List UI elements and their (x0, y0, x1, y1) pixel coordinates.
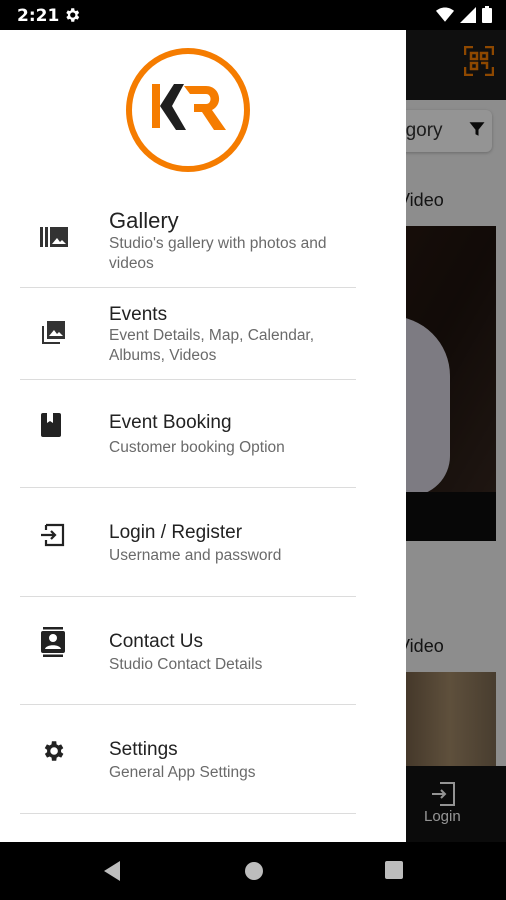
menu-title-gallery: Gallery (109, 208, 179, 233)
menu-subtitle-events: Event Details, Map, Calendar, Albums, Vi… (109, 327, 315, 364)
book-icon (40, 412, 62, 443)
navigation-drawer: Gallery Studio's gallery with photos and… (0, 30, 406, 842)
system-icons (436, 6, 492, 23)
gallery-icon (40, 226, 68, 253)
settings-notification-icon (63, 6, 81, 29)
menu-title-events: Events (109, 304, 168, 325)
menu-subtitle-event-booking: Customer booking Option (109, 439, 285, 456)
wifi-icon (436, 7, 454, 22)
status-time: 2:21 (17, 6, 60, 26)
menu-item-events[interactable]: Events Event Details, Map, Calendar, Alb… (20, 288, 356, 380)
settings-gear-icon (40, 738, 66, 769)
menu-item-event-booking[interactable]: Event Booking Customer booking Option (20, 380, 356, 488)
menu-item-settings[interactable]: Settings General App Settings (20, 705, 356, 814)
menu-title-event-booking: Event Booking (109, 412, 232, 433)
menu-subtitle-gallery: Studio's gallery with photos and videos (109, 235, 327, 272)
home-icon[interactable] (243, 860, 265, 887)
menu-title-login-register: Login / Register (109, 522, 243, 543)
studio-logo (124, 46, 252, 179)
signal-icon (460, 6, 476, 23)
recents-icon[interactable] (384, 860, 404, 885)
menu-title-contact-us: Contact Us (109, 631, 203, 652)
menu-item-gallery[interactable]: Gallery Studio's gallery with photos and… (20, 196, 356, 288)
battery-icon (482, 6, 492, 23)
menu-subtitle-contact-us: Studio Contact Details (109, 656, 263, 673)
menu-subtitle-login-register: Username and password (109, 547, 282, 564)
back-icon[interactable] (102, 860, 122, 887)
photo-library-icon (40, 320, 66, 351)
menu-item-contact-us[interactable]: Contact Us Studio Contact Details (20, 597, 356, 705)
contact-card-icon (40, 627, 66, 662)
menu-title-settings: Settings (109, 739, 178, 760)
menu-subtitle-settings: General App Settings (109, 764, 256, 781)
status-bar: 2:21 (0, 0, 506, 30)
system-navigation-bar (0, 842, 506, 900)
login-icon (40, 522, 66, 553)
menu-item-login-register[interactable]: Login / Register Username and password (20, 488, 356, 597)
